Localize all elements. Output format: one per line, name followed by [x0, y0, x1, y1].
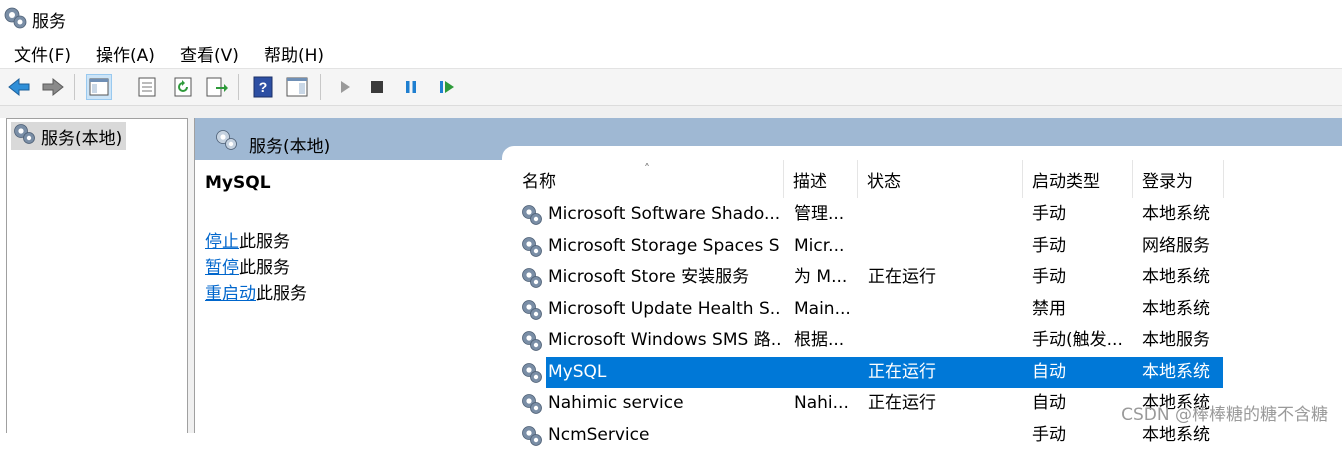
cell-startup-type: 禁用: [1032, 298, 1066, 319]
column-header-status[interactable]: 状态: [859, 160, 1023, 198]
cell-startup-type: 手动(触发...: [1032, 330, 1123, 350]
table-row[interactable]: Microsoft Windows SMS 路... 根据... 手动(触发... 本…: [508, 325, 1342, 356]
column-header-name[interactable]: 名称: [514, 160, 784, 198]
action-restart: 重启动此服务: [205, 284, 307, 304]
service-gear-icon: [520, 266, 544, 290]
cell-status: [868, 420, 1018, 451]
service-gear-icon: [520, 203, 544, 227]
column-header-startup-type[interactable]: 启动类型: [1024, 160, 1133, 198]
cell-logon: 本地系统: [1142, 298, 1210, 319]
table-row[interactable]: Microsoft Update Health S... Main... 禁用 本地系…: [508, 294, 1342, 325]
cell-logon: 本地服务: [1142, 330, 1210, 350]
menu-file[interactable]: 文件(F): [14, 41, 71, 66]
tree-node-services-local[interactable]: 服务(本地): [11, 122, 127, 150]
pause-service-link[interactable]: 暂停: [205, 258, 239, 278]
cell-status: [868, 231, 1018, 262]
table-row[interactable]: Microsoft Store 安装服务 为 M... 正在运行 手动 本地系统: [508, 262, 1342, 293]
cell-startup-type: 手动: [1032, 204, 1066, 224]
services-gear-icon: [11, 122, 37, 150]
watermark: CSDN @棒棒糖的糖不含糖: [1121, 405, 1328, 425]
export-list-icon[interactable]: [204, 74, 230, 100]
cell-startup-type: 自动: [1032, 393, 1066, 413]
menu-view[interactable]: 查看(V): [180, 41, 239, 66]
show-hide-pane-icon[interactable]: [284, 74, 310, 100]
back-arrow-icon[interactable]: [6, 74, 32, 100]
cell-startup-type: 自动: [1032, 361, 1066, 382]
cell-startup-type: 手动: [1032, 424, 1066, 445]
column-header-description[interactable]: 描述: [785, 160, 858, 198]
service-gear-icon: [520, 424, 544, 448]
restart-service-link[interactable]: 重启动: [205, 284, 256, 304]
cell-description: [794, 357, 856, 388]
cell-description: Micr...: [794, 235, 845, 256]
svg-text:?: ?: [259, 79, 268, 95]
panel-header-label: 服务(本地): [249, 137, 331, 157]
cell-status: [868, 294, 1018, 325]
service-gear-icon: [520, 298, 544, 322]
service-gear-icon: [520, 235, 544, 259]
start-icon[interactable]: [332, 74, 358, 100]
cell-description: 管理...: [794, 204, 845, 224]
service-gear-icon: [520, 361, 544, 385]
stop-service-link[interactable]: 停止: [205, 232, 239, 252]
toolbar: ?: [0, 69, 1342, 106]
cell-name: Microsoft Windows SMS 路...: [548, 330, 780, 350]
cell-name: MySQL: [548, 361, 607, 382]
cell-description: Main...: [794, 298, 851, 319]
menu-help[interactable]: 帮助(H): [264, 41, 324, 66]
table-row[interactable]: MySQL 正在运行 自动 本地系统: [508, 356, 1342, 388]
cell-status: 正在运行: [868, 361, 936, 382]
help-icon[interactable]: ?: [250, 74, 276, 100]
menu-bar: 文件(F) 操作(A) 查看(V) 帮助(H): [0, 36, 1342, 69]
cell-description: Nahi...: [794, 393, 849, 413]
cell-name: NcmService: [548, 424, 650, 445]
title-bar: 服务: [0, 0, 1342, 36]
column-header-logon[interactable]: 登录为: [1134, 160, 1224, 198]
cell-logon: 本地系统: [1142, 204, 1210, 224]
cell-name: Nahimic service: [548, 393, 684, 413]
tree-node-label: 服务(本地): [41, 128, 123, 149]
services-gear-icon: [213, 128, 239, 156]
cell-logon: 本地系统: [1142, 267, 1210, 287]
cell-name: Microsoft Update Health S...: [548, 298, 780, 319]
cell-status: [868, 199, 1018, 230]
stop-icon[interactable]: [364, 74, 390, 100]
cell-description: 为 M...: [794, 267, 848, 287]
refresh-icon[interactable]: [170, 74, 196, 100]
cell-startup-type: 手动: [1032, 235, 1066, 256]
cell-description: [794, 420, 856, 451]
cell-logon: 网络服务: [1142, 235, 1210, 256]
console-tree: 服务(本地): [6, 118, 188, 433]
properties-icon[interactable]: [134, 74, 160, 100]
service-gear-icon: [520, 329, 544, 353]
services-gear-icon: [2, 5, 28, 35]
cell-logon: 本地系统: [1142, 361, 1210, 382]
table-row[interactable]: Microsoft Storage Spaces S... Micr... 手动 网络…: [508, 231, 1342, 262]
cell-status: [868, 325, 1018, 356]
service-gear-icon: [520, 392, 544, 416]
cell-name: Microsoft Storage Spaces S...: [548, 235, 780, 256]
action-pause: 暂停此服务: [205, 258, 290, 278]
console-tree-icon[interactable]: [86, 74, 112, 100]
forward-arrow-icon[interactable]: [40, 74, 66, 100]
selected-service-name: MySQL: [205, 173, 271, 193]
action-stop: 停止此服务: [205, 232, 290, 252]
resume-icon[interactable]: [434, 74, 460, 100]
window-title: 服务: [32, 12, 66, 32]
cell-status: 正在运行: [868, 393, 936, 413]
cell-name: Microsoft Store 安装服务: [548, 267, 750, 287]
pause-icon[interactable]: [398, 74, 424, 100]
cell-name: Microsoft Software Shado...: [548, 204, 780, 224]
table-row[interactable]: Microsoft Software Shado... 管理... 手动 本地系统: [508, 199, 1342, 230]
cell-status: 正在运行: [868, 267, 936, 287]
cell-description: 根据...: [794, 330, 845, 350]
cell-startup-type: 手动: [1032, 267, 1066, 287]
menu-action[interactable]: 操作(A): [96, 41, 155, 66]
